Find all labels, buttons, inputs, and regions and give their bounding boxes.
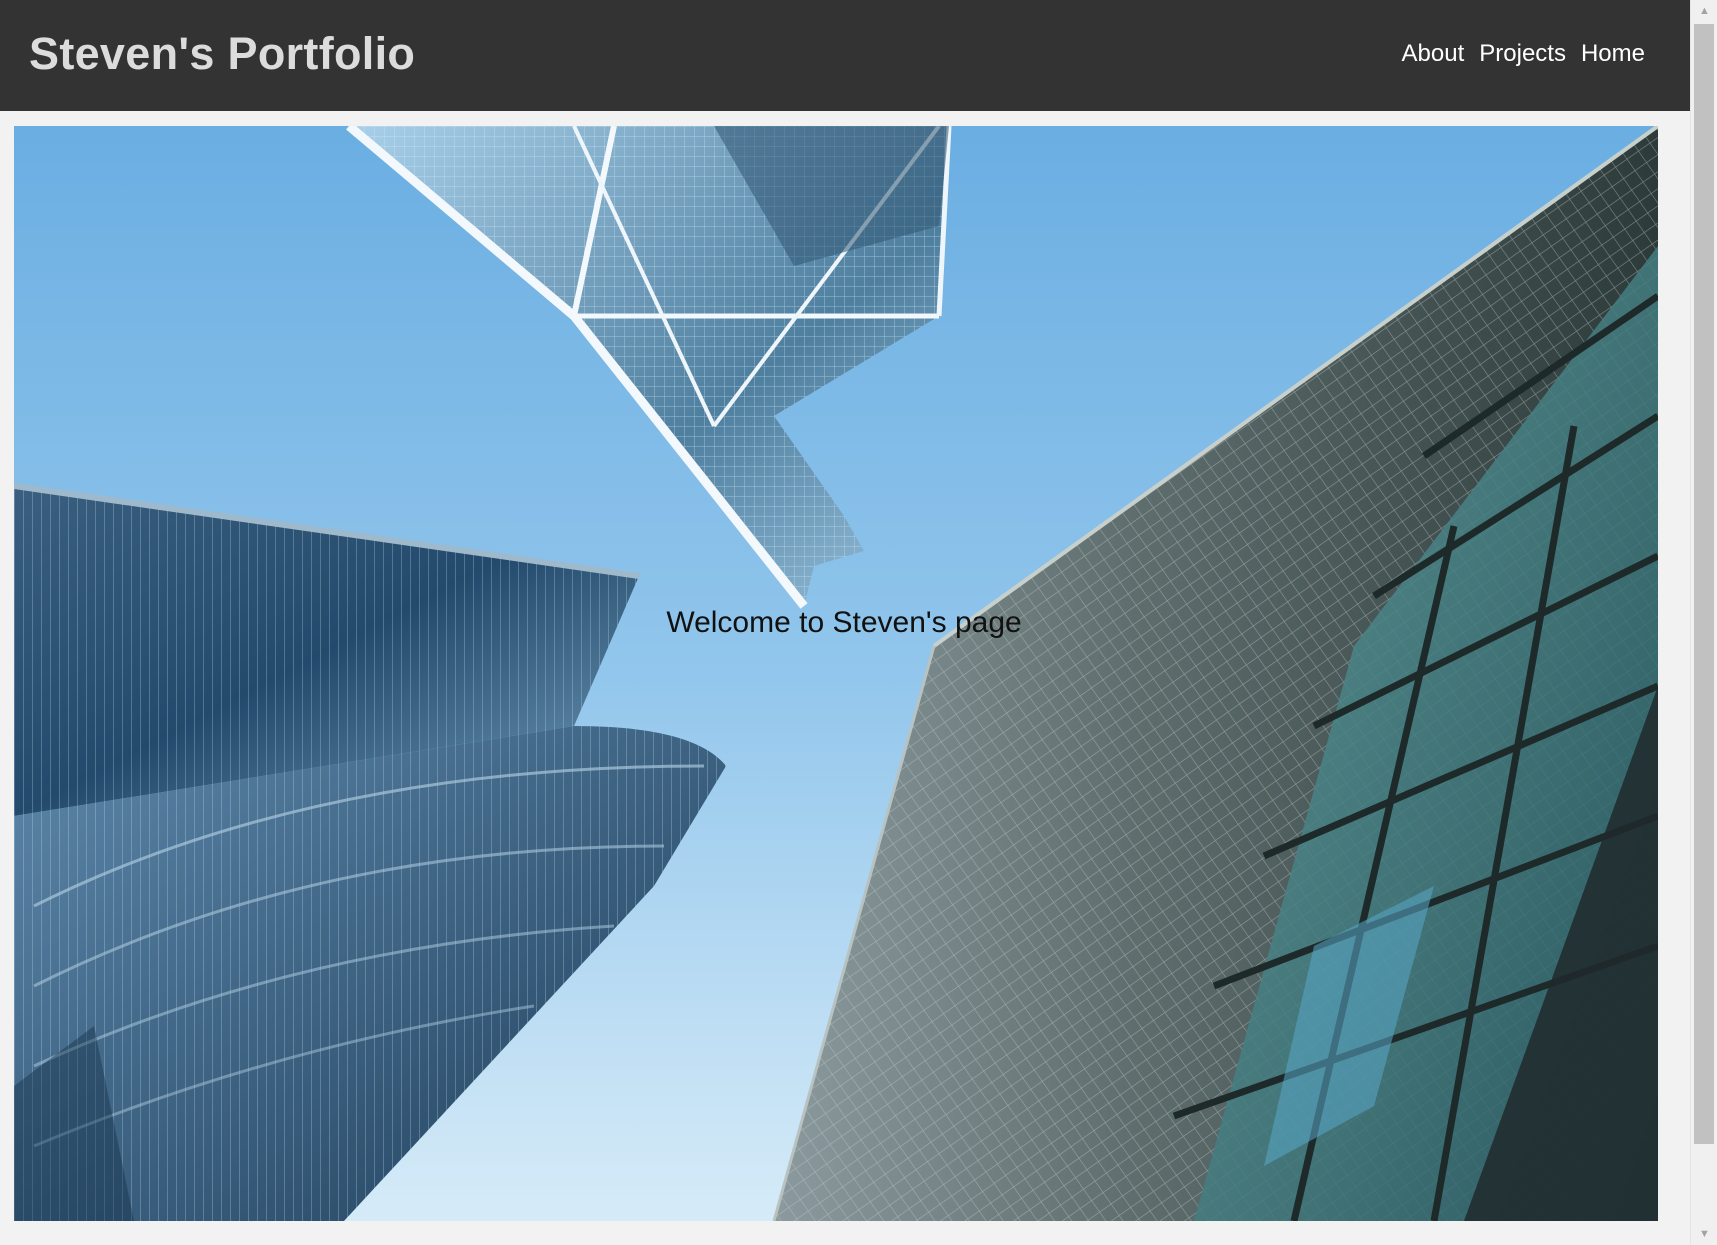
scroll-thumb[interactable] — [1694, 24, 1714, 1144]
welcome-message: Welcome to Steven's page — [666, 606, 1022, 639]
nav-link-home[interactable]: Home — [1581, 38, 1645, 70]
hero-skyscrapers-image — [14, 126, 1658, 1221]
site-title: Steven's Portfolio — [29, 28, 416, 79]
page-bottom-strip — [0, 1234, 1690, 1245]
nav-link-about[interactable]: About — [1402, 38, 1465, 70]
hero-banner: Welcome to Steven's page — [14, 126, 1658, 1221]
main-nav: About Projects Home — [1402, 38, 1645, 70]
scroll-up-arrow-icon[interactable]: ▲ — [1691, 0, 1717, 22]
nav-link-projects[interactable]: Projects — [1479, 38, 1566, 70]
scroll-down-arrow-icon[interactable]: ▼ — [1691, 1223, 1717, 1245]
site-header: Steven's Portfolio About Projects Home — [0, 0, 1690, 111]
vertical-scrollbar[interactable]: ▲ ▼ — [1690, 0, 1717, 1245]
page-viewport: Steven's Portfolio About Projects Home W… — [0, 0, 1690, 1245]
